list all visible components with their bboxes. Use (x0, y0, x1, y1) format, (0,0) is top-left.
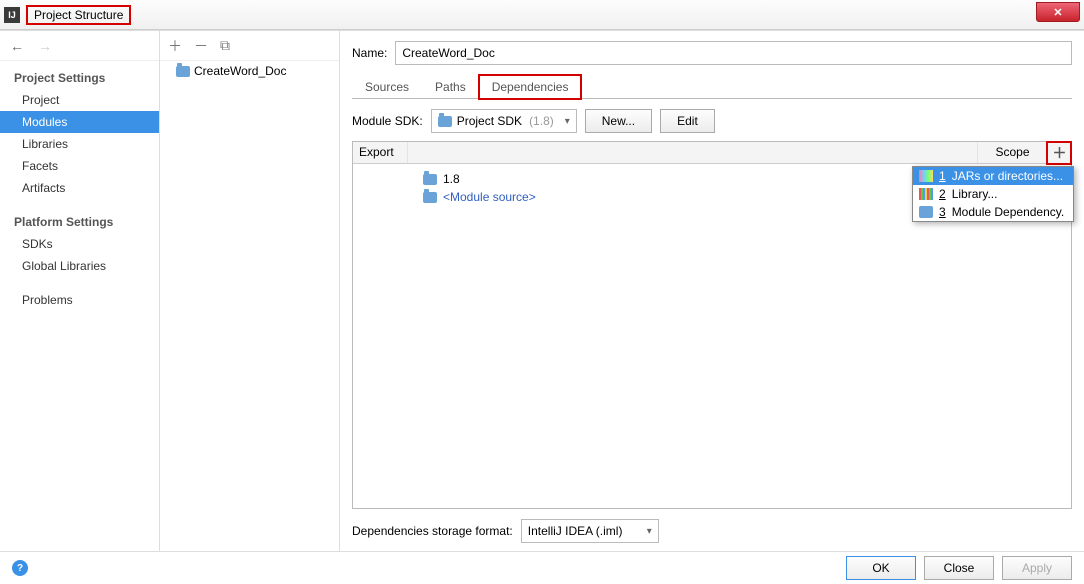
popup-shortcut: 1 (939, 169, 946, 183)
dep-header: Export Scope ＋ (353, 142, 1071, 164)
dep-label: 1.8 (443, 172, 460, 186)
add-dependency-button[interactable]: ＋ (1047, 142, 1071, 164)
popup-label: Module Dependency. (952, 205, 1065, 219)
folder-icon (176, 66, 190, 77)
sidebar: ← → Project Settings Project Modules Lib… (0, 31, 160, 551)
folder-icon (423, 192, 437, 203)
popup-label: JARs or directories... (952, 169, 1063, 183)
platform-settings-head: Platform Settings (0, 211, 159, 233)
popup-item-jars[interactable]: 1 JARs or directories... (913, 167, 1073, 185)
library-icon (919, 188, 933, 200)
tab-dependencies[interactable]: Dependencies (479, 75, 582, 99)
project-settings-head: Project Settings (0, 67, 159, 89)
tabs: Sources Paths Dependencies (352, 75, 1072, 99)
tab-paths[interactable]: Paths (422, 75, 479, 98)
popup-item-module-dep[interactable]: 3 Module Dependency. (913, 203, 1073, 221)
tab-sources[interactable]: Sources (352, 75, 422, 98)
popup-item-library[interactable]: 2 Library... (913, 185, 1073, 203)
module-tree-panel: ＋ － ⧉ CreateWord_Doc (160, 31, 340, 551)
storage-value: IntelliJ IDEA (.iml) (528, 524, 623, 538)
col-scope[interactable]: Scope (977, 142, 1047, 163)
tree-module-item[interactable]: CreateWord_Doc (160, 61, 339, 81)
storage-format-label: Dependencies storage format: (352, 524, 513, 538)
window-title: Project Structure (26, 5, 131, 25)
tree-toolbar: ＋ － ⧉ (160, 31, 339, 61)
app-icon: IJ (4, 7, 20, 23)
sidebar-item-project[interactable]: Project (0, 89, 159, 111)
popup-shortcut: 2 (939, 187, 946, 201)
folder-icon (438, 116, 452, 127)
nav-bar: ← → (0, 31, 159, 61)
sdk-version: (1.8) (529, 114, 554, 128)
help-icon[interactable]: ? (12, 560, 28, 576)
sidebar-item-facets[interactable]: Facets (0, 155, 159, 177)
popup-label: Library... (952, 187, 998, 201)
folder-icon (919, 206, 933, 218)
storage-format-combo[interactable]: IntelliJ IDEA (.iml) (521, 519, 659, 543)
edit-sdk-button[interactable]: Edit (660, 109, 715, 133)
name-field[interactable] (395, 41, 1072, 65)
col-name (408, 142, 977, 163)
folder-icon (423, 174, 437, 185)
new-sdk-button[interactable]: New... (585, 109, 652, 133)
col-export[interactable]: Export (353, 142, 408, 163)
close-button[interactable]: Close (924, 556, 994, 580)
main-panel: Name: Sources Paths Dependencies Module … (340, 31, 1084, 551)
module-sdk-label: Module SDK: (352, 114, 423, 128)
forward-icon[interactable]: → (38, 38, 52, 54)
tree-module-label: CreateWord_Doc (194, 64, 286, 78)
sdk-value: Project SDK (457, 114, 522, 128)
add-module-icon[interactable]: ＋ (168, 36, 182, 56)
remove-module-icon[interactable]: － (194, 36, 208, 56)
back-icon[interactable]: ← (10, 38, 24, 54)
sidebar-item-problems[interactable]: Problems (0, 289, 159, 311)
footer: ? OK Close Apply (0, 551, 1084, 584)
add-dependency-popup: 1 JARs or directories... 2 Library... 3 … (912, 166, 1074, 222)
name-label: Name: (352, 46, 387, 60)
apply-button[interactable]: Apply (1002, 556, 1072, 580)
sidebar-item-modules[interactable]: Modules (0, 111, 159, 133)
sidebar-item-libraries[interactable]: Libraries (0, 133, 159, 155)
titlebar: IJ Project Structure (0, 0, 1084, 30)
jar-icon (919, 170, 933, 182)
sidebar-item-sdks[interactable]: SDKs (0, 233, 159, 255)
sidebar-item-artifacts[interactable]: Artifacts (0, 177, 159, 199)
sidebar-item-global-libraries[interactable]: Global Libraries (0, 255, 159, 277)
ok-button[interactable]: OK (846, 556, 916, 580)
popup-shortcut: 3 (939, 205, 946, 219)
module-sdk-combo[interactable]: Project SDK (1.8) (431, 109, 577, 133)
copy-module-icon[interactable]: ⧉ (220, 37, 230, 54)
close-icon[interactable] (1036, 2, 1080, 22)
dep-label: <Module source> (443, 190, 536, 204)
